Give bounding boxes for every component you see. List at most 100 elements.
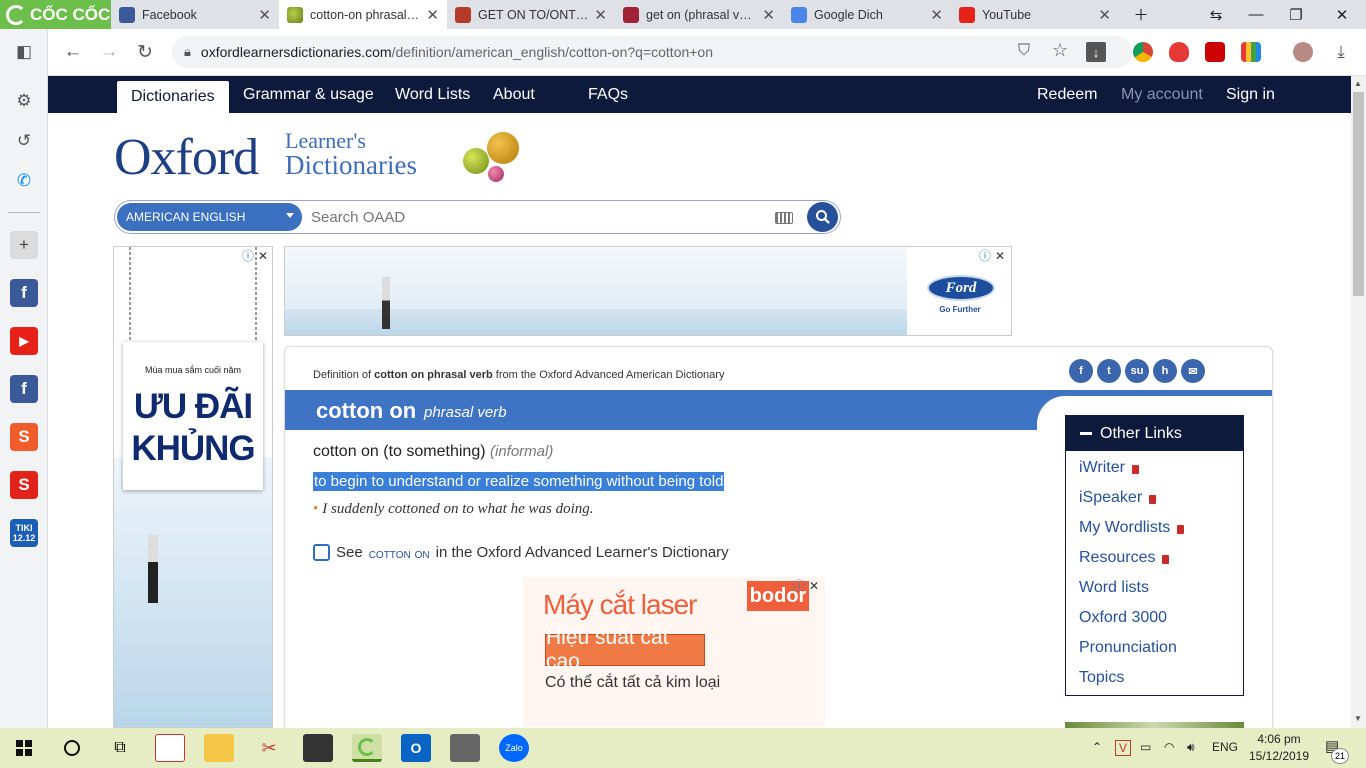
ad-info-icon[interactable]: ⓘ	[979, 247, 991, 264]
new-tab-button[interactable]: ＋	[1121, 0, 1161, 29]
volume-icon[interactable]: 🔊︎	[1187, 740, 1195, 755]
sticky-notes-icon[interactable]	[303, 734, 333, 762]
search-input[interactable]	[311, 205, 771, 229]
left-banner-ad[interactable]: Mùa mua sắm cuối năm ƯU ĐÃI KHỦNG ⓘ ✕	[113, 246, 273, 728]
forward-arrow-icon[interactable]: →	[94, 37, 124, 67]
profile-avatar[interactable]	[1293, 42, 1313, 62]
history-icon[interactable]: ↺	[10, 127, 38, 155]
nav-word-lists[interactable]: Word Lists	[395, 76, 470, 113]
facebook-shortcut-icon[interactable]: f	[10, 279, 38, 307]
coccoc-menu-button[interactable]: CỐC CỐC	[0, 0, 111, 29]
file-explorer-icon[interactable]	[204, 734, 234, 762]
recording-extension-icon[interactable]	[1205, 42, 1225, 62]
zalo-icon[interactable]: Zalo	[499, 734, 529, 762]
download-page-icon[interactable]: ↓	[1086, 42, 1106, 62]
shopee-shortcut-icon[interactable]: S	[10, 423, 38, 451]
close-tab-icon[interactable]: ✕	[258, 6, 271, 24]
sidebar-toggle-icon[interactable]: ◧	[10, 38, 38, 66]
dictionary-select[interactable]: AMERICAN ENGLISH	[117, 203, 302, 231]
ad-close-icon[interactable]: ✕	[809, 579, 819, 593]
color-extension-icon[interactable]	[1241, 42, 1261, 62]
language-indicator[interactable]: ENG	[1212, 740, 1238, 754]
address-bar[interactable]: 🔒︎ oxfordlearnersdictionaries.com/defini…	[172, 36, 1132, 68]
hyves-share-icon[interactable]: h	[1153, 359, 1177, 383]
tab-youtube[interactable]: YouTube ✕	[951, 0, 1119, 29]
tab-get-on-phrasal[interactable]: get on (phrasal verb) ✕	[615, 0, 783, 29]
task-view-icon[interactable]: ⧉	[105, 734, 135, 762]
battery-icon[interactable]: ▭	[1140, 740, 1151, 754]
tab-get-on-to[interactable]: GET ON TO/ONTO ST ✕	[447, 0, 615, 29]
laser-cutter-ad[interactable]: Máy cắt laser Hiệu suất cắt cao Có thể c…	[523, 577, 825, 727]
link-resources[interactable]: Resources	[1079, 549, 1170, 567]
close-tab-icon[interactable]: ✕	[1098, 6, 1111, 24]
snipping-tool-icon[interactable]: ✂	[254, 734, 284, 762]
nav-about[interactable]: About	[493, 76, 535, 113]
stumbleupon-share-icon[interactable]: su	[1125, 359, 1149, 383]
close-tab-icon[interactable]: ✕	[594, 6, 607, 24]
coccoc-taskbar-icon[interactable]	[352, 734, 382, 762]
link-word-lists[interactable]: Word lists	[1079, 579, 1149, 597]
tiki-shortcut-icon[interactable]: TIKI 12.12	[10, 519, 38, 547]
back-arrow-icon[interactable]: ←	[58, 37, 88, 67]
link-iwriter[interactable]: iWriter	[1079, 459, 1139, 477]
facebook-share-icon[interactable]: f	[1069, 359, 1093, 383]
vietkey-icon[interactable]: V	[1115, 740, 1132, 756]
link-oxford-3000[interactable]: Oxford 3000	[1079, 609, 1167, 627]
page-scrollbar[interactable]: ▲ ▼	[1351, 76, 1366, 728]
email-share-icon[interactable]: ✉	[1181, 359, 1205, 383]
link-my-wordlists[interactable]: My Wordlists	[1079, 519, 1185, 537]
tab-facebook[interactable]: Facebook ✕	[111, 0, 279, 29]
tab-cotton-on[interactable]: cotton-on phrasal verb ✕	[279, 0, 447, 29]
close-tab-icon[interactable]: ✕	[930, 6, 943, 24]
bookmark-star-icon[interactable]: ☆	[1052, 40, 1068, 61]
outlook-icon[interactable]: O	[401, 734, 431, 762]
adblock-shield-icon[interactable]	[1169, 42, 1189, 62]
see-also-link[interactable]: See cotton on in the Oxford Advanced Learn…	[313, 544, 729, 561]
nav-sign-in[interactable]: Sign in	[1226, 76, 1275, 113]
settings-gear-icon[interactable]: ⚙	[10, 87, 38, 115]
ad-close-icon[interactable]: ✕	[995, 249, 1005, 263]
scroll-down-icon[interactable]: ▼	[1354, 714, 1362, 723]
scroll-up-icon[interactable]: ▲	[1354, 79, 1362, 88]
wifi-icon[interactable]: ◠	[1164, 740, 1174, 754]
tray-expand-icon[interactable]: ⌃	[1092, 740, 1102, 754]
tab-google-dich[interactable]: Google Dich ✕	[783, 0, 951, 29]
chrome-extension-icon[interactable]	[1133, 42, 1153, 62]
ad-info-icon[interactable]: ⓘ	[242, 247, 254, 264]
tab-search-icon[interactable]: ⇆	[1196, 0, 1236, 29]
twitter-share-icon[interactable]: t	[1097, 359, 1121, 383]
close-tab-icon[interactable]: ✕	[426, 6, 439, 24]
sendo-shortcut-icon[interactable]: S	[10, 471, 38, 499]
ad-close-icon[interactable]: ✕	[258, 249, 268, 263]
clock[interactable]: 4:06 pm 15/12/2019	[1248, 731, 1310, 765]
store-app-icon[interactable]	[155, 734, 185, 762]
scrollbar-thumb[interactable]	[1353, 92, 1364, 296]
other-links-header[interactable]: Other Links	[1066, 416, 1243, 451]
reload-icon[interactable]: ↻	[130, 37, 160, 67]
windows-start-icon[interactable]	[9, 734, 39, 762]
minimize-button[interactable]: —	[1236, 0, 1276, 29]
search-button[interactable]	[807, 202, 838, 232]
nav-my-account[interactable]: My account	[1121, 76, 1203, 113]
link-ispeaker[interactable]: iSpeaker	[1079, 489, 1157, 507]
youtube-shortcut-icon[interactable]: ▶	[10, 327, 38, 355]
nav-grammar-usage[interactable]: Grammar & usage	[243, 76, 374, 113]
add-shortcut-icon[interactable]: +	[10, 231, 38, 259]
nav-faqs[interactable]: FAQs	[588, 76, 628, 113]
maximize-button[interactable]: ❐	[1276, 0, 1316, 29]
nav-dictionaries[interactable]: Dictionaries	[117, 81, 229, 113]
link-pronunciation[interactable]: Pronunciation	[1079, 639, 1177, 657]
messenger-icon[interactable]: ✆	[10, 167, 38, 195]
facebook-shortcut-2-icon[interactable]: f	[10, 375, 38, 403]
ad-info-icon[interactable]: ⓘ	[793, 577, 805, 594]
search-circle-icon[interactable]	[57, 734, 87, 762]
shield-icon[interactable]: ⛉	[1018, 42, 1030, 60]
link-topics[interactable]: Topics	[1079, 669, 1124, 687]
downloads-icon[interactable]: ⤓	[1326, 37, 1356, 67]
close-tab-icon[interactable]: ✕	[762, 6, 775, 24]
nav-redeem[interactable]: Redeem	[1037, 76, 1097, 113]
oxford-logo-text[interactable]: Oxford	[114, 128, 259, 187]
ford-banner-ad[interactable]: Ford Go Further ⓘ ✕	[284, 246, 1012, 336]
keyboard-icon[interactable]	[775, 212, 793, 224]
close-window-button[interactable]: ✕	[1322, 0, 1362, 29]
